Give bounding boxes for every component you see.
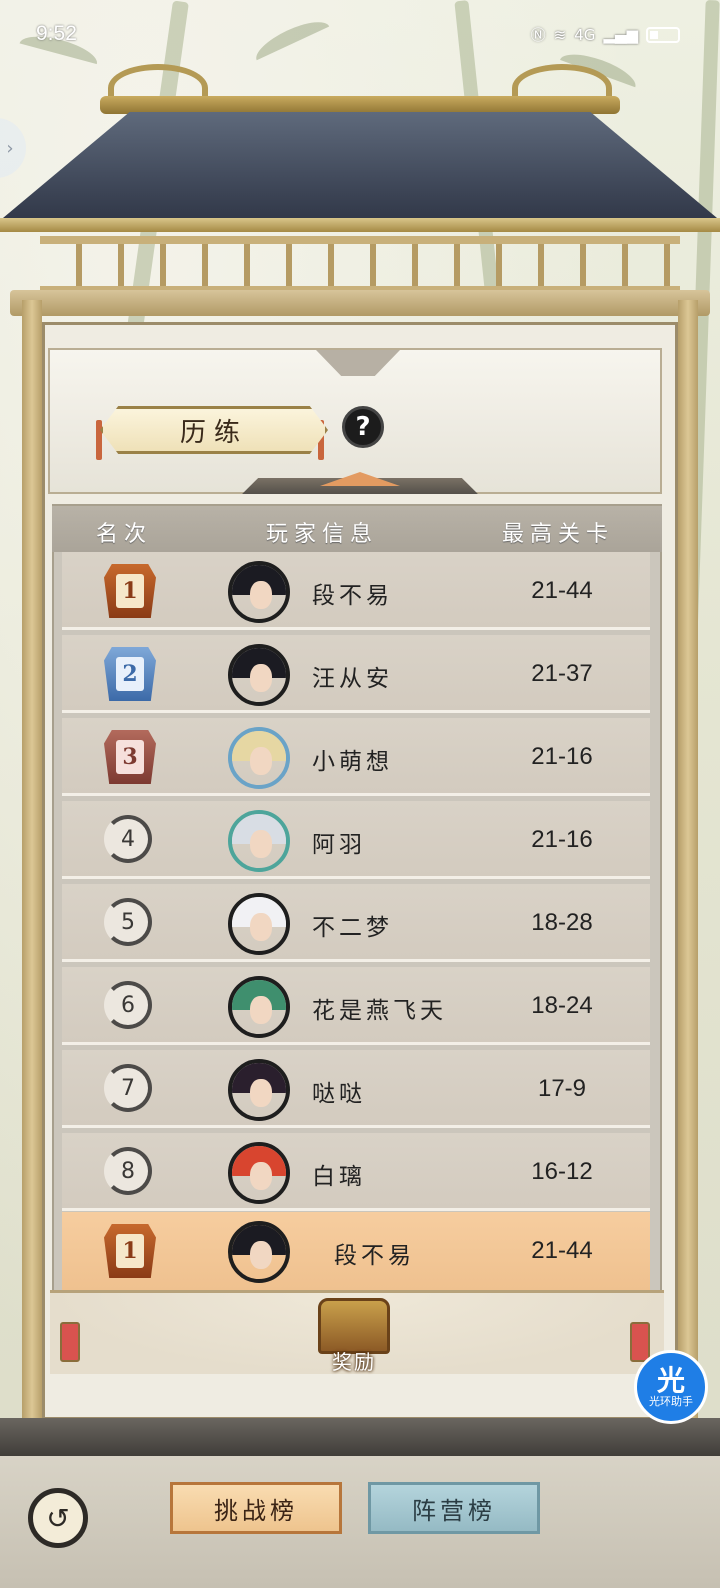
assistant-badge: 光 [656,1364,685,1397]
right-pillar [678,300,698,1440]
player-name: 段不易 [334,1243,415,1269]
table-row[interactable]: 2 汪从安 21-37 [62,635,650,713]
player-name: 不二梦 [312,915,393,941]
rank-number: 5 [104,898,152,946]
player-avatar[interactable] [228,1142,290,1204]
avatar-face [250,664,272,692]
rank-number: 8 [104,1147,152,1195]
highest-stage: 21-16 [531,743,593,770]
highest-stage: 18-24 [531,992,593,1019]
avatar-face [250,747,272,775]
reward-button-label[interactable]: 奖励 [318,1346,390,1375]
bottom-bar [0,1456,720,1588]
rank-number: 2 [116,657,144,691]
avatar-face [250,581,272,609]
page-title: 历练 [179,417,248,448]
highest-stage: 21-44 [531,1237,593,1264]
table-row[interactable]: 3 小萌想 21-16 [62,718,650,796]
table-row[interactable]: 1 段不易 21-44 [62,552,650,630]
player-name: 小萌想 [312,749,393,775]
table-row[interactable]: 6 花是燕飞天 18-24 [62,967,650,1045]
panel-base [0,1418,720,1458]
player-avatar[interactable] [228,727,290,789]
rank-number: 1 [116,1234,144,1268]
my-rank-row[interactable]: 1 段不易 21-44 [62,1212,650,1290]
table-row[interactable]: 5 不二梦 18-28 [62,884,650,962]
avatar-face [250,1079,272,1107]
status-time: 9:52 [36,22,77,45]
rank-badge-gold: 1 [104,564,156,618]
player-name: 花是燕飞天 [312,998,447,1024]
plaque-tassel [96,420,102,460]
avatar-face [250,996,272,1024]
status-icons: Ⓝ ≋ 4G ▂▄▆ [531,24,680,45]
player-avatar[interactable] [228,976,290,1038]
roof-trim [0,218,720,232]
player-avatar[interactable] [228,893,290,955]
lantern-icon [630,1322,650,1362]
player-avatar[interactable] [228,1221,290,1283]
column-highest-stage: 最高关卡 [502,522,615,547]
rank-number: 6 [104,981,152,1029]
title-plaque: 历练 [100,406,328,454]
table-row[interactable]: 8 白璃 16-12 [62,1133,650,1211]
signal-icon: ▂▄▆ [603,25,638,44]
assistant-label: 光环助手 [649,1395,693,1408]
roof-railing [40,236,680,294]
rank-badge-silver: 2 [104,647,156,701]
status-bar: 9:52 Ⓝ ≋ 4G ▂▄▆ [0,0,720,72]
player-avatar[interactable] [228,1059,290,1121]
player-name: 哒哒 [312,1081,366,1107]
tab-camp-ranking[interactable]: 阵营榜 [368,1482,540,1534]
rank-number: 4 [104,815,152,863]
player-name: 阿羽 [312,832,366,858]
column-rank: 名次 [96,522,153,547]
avatar-face [250,830,272,858]
back-button[interactable]: ↺ [28,1488,88,1548]
player-name: 段不易 [312,583,393,609]
table-row[interactable]: 7 哒哒 17-9 [62,1050,650,1128]
table-header: 名次 玩家信息 最高关卡 [52,506,662,552]
player-avatar[interactable] [228,644,290,706]
avatar-face [250,1241,272,1269]
nfc-icon: Ⓝ [530,26,546,44]
wifi-icon: ≋ [553,25,567,44]
roof-ridge [100,96,620,114]
rank-number: 3 [116,740,144,774]
highest-stage: 18-28 [531,909,593,936]
rank-number: 1 [116,574,144,608]
rank-badge-gold: 1 [104,1224,156,1278]
player-name: 白璃 [312,1164,366,1190]
left-pillar [22,300,42,1440]
avatar-face [250,913,272,941]
lantern-icon [60,1322,80,1362]
roof-beam [10,290,710,316]
avatar-face [250,1162,272,1190]
highest-stage: 16-12 [531,1158,593,1185]
help-button[interactable]: ? [342,406,384,448]
table-row[interactable]: 4 阿羽 21-16 [62,801,650,879]
player-avatar[interactable] [228,810,290,872]
player-name: 汪从安 [312,666,393,692]
tab-challenge-ranking[interactable]: 挑战榜 [170,1482,342,1534]
battery-icon [646,26,680,43]
signal-label: 4G [574,25,596,44]
highest-stage: 21-37 [531,660,593,687]
column-player-info: 玩家信息 [266,522,379,547]
highest-stage: 21-16 [531,826,593,853]
highest-stage: 17-9 [537,1075,587,1102]
player-avatar[interactable] [228,561,290,623]
rank-number: 7 [104,1064,152,1112]
highest-stage: 21-44 [531,577,593,604]
back-arrow-icon: ↺ [46,1501,70,1535]
rank-badge-bronze: 3 [104,730,156,784]
assistant-float-button[interactable]: 光 光环助手 [634,1350,708,1424]
